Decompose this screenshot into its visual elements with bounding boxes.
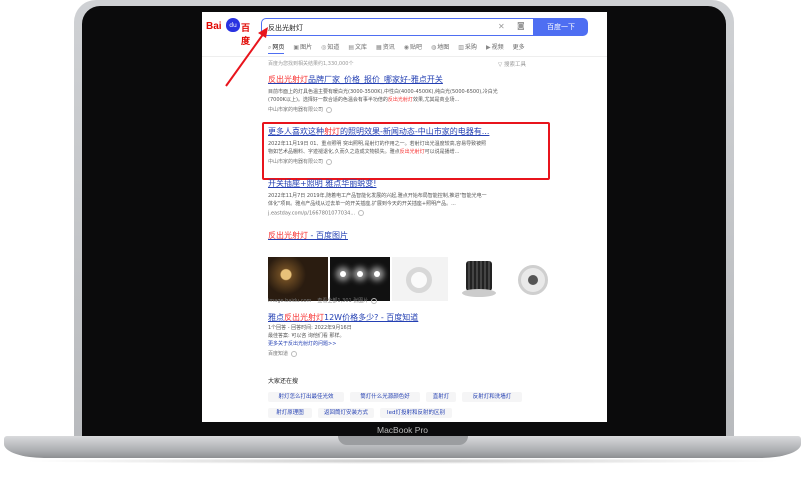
tab-label: 更多 <box>512 44 525 51</box>
tab-label: 资讯 <box>382 44 395 51</box>
source-text: j.eastday.com/p/1667801077034... <box>268 210 356 217</box>
tab-divider <box>202 56 607 57</box>
title-text: 雅点 <box>268 313 284 322</box>
source-text: 中山市家的电器有限公司 <box>268 107 324 113</box>
tab-label: 贴吧 <box>409 44 422 51</box>
result-count: 百度为您找到相关结果约1,330,000个 <box>268 61 354 67</box>
info-icon[interactable] <box>358 210 365 216</box>
search-query: 反出光射灯 <box>268 24 303 32</box>
result-description: 目前市面上的灯具色温主要有暖白光(3000-3500K),中性白(4000-45… <box>268 88 550 104</box>
tab-label: 采购 <box>464 44 477 51</box>
info-icon[interactable] <box>291 350 298 357</box>
search-tabs: ⌕网页 ▣图片 ◎知道 ▤文库 ▦资讯 ◉贴吧 ◍地图 ▥采购 ▶视频 更多 <box>268 42 534 54</box>
video-icon: ▶ <box>485 44 491 51</box>
result-description: 2022年11月7日 2019年,随着电工产品智能化发展的兴起,雅点开始布局智能… <box>268 192 550 208</box>
search-result: 反出光射灯品牌厂家_价格_报价_哪家好-雅点开关 目前市面上的灯具色温主要有暖白… <box>268 74 550 113</box>
close-icon[interactable]: ✕ <box>498 22 505 31</box>
annotation-highlight-box <box>262 122 550 180</box>
search-icon: ⌕ <box>268 44 272 51</box>
desc-line: 1个回答 - 回答时间: 2022年9月16日 <box>268 325 352 331</box>
desc-highlight: 反出光射灯 <box>387 97 413 103</box>
tab-web[interactable]: ⌕网页 <box>268 42 285 54</box>
laptop-notch <box>338 436 468 445</box>
result-title-link[interactable]: 反出光射灯品牌厂家_价格_报价_哪家好-雅点开关 <box>268 74 550 85</box>
image-result-source: image.baidu.com 查看全部1,301 张图片 <box>268 295 550 304</box>
result-source: image.baidu.com 查看全部1,301 张图片 <box>268 297 550 304</box>
related-search-item[interactable]: 射灯原理图 <box>268 408 312 418</box>
logo-bai: Bai <box>206 21 222 32</box>
related-search-item[interactable]: 筒灯什么光源颜色好 <box>350 392 420 402</box>
more-images-link[interactable]: 查看全部1,301 张图片 <box>317 298 368 304</box>
desc-text: 效果,尤其是商业场... <box>412 97 460 103</box>
tab-label: 视频 <box>491 44 504 51</box>
search-input[interactable]: 反出光射灯 ✕ ◙ <box>261 18 534 36</box>
result-source[interactable]: j.eastday.com/p/1667801077034... <box>268 210 550 217</box>
more-questions-link[interactable]: 更多关于反出光射灯的问题>> <box>268 340 550 348</box>
related-search-item[interactable]: led灯投射和反射的区别 <box>380 408 452 418</box>
related-searches-title: 大家还在搜 <box>268 378 299 385</box>
tab-zhidao[interactable]: ◎知道 <box>321 42 339 54</box>
baidu-logo[interactable]: Bai du 百度 <box>206 18 258 47</box>
tab-video[interactable]: ▶视频 <box>486 42 504 54</box>
title-text: 12W价格多少? - 百度知道 <box>324 313 419 322</box>
laptop-shadow <box>20 458 785 464</box>
desc-text: (7000K以上)。选择好一款合适的色温会有事半功倍的 <box>268 97 388 103</box>
info-icon[interactable] <box>326 106 333 113</box>
camera-icon[interactable]: ◙ <box>517 21 525 30</box>
related-search-item[interactable]: 反射灯和洗墙灯 <box>462 392 522 402</box>
tab-purchase[interactable]: ▥采购 <box>458 42 477 54</box>
title-text: - 百度图片 <box>308 231 348 240</box>
device-label: MacBook Pro <box>376 425 429 435</box>
desc-line: 目前市面上的灯具色温主要有暖白光(3000-3500K),中性白(4000-45… <box>268 89 498 95</box>
related-search-item[interactable]: 返回筒灯安装方式 <box>318 408 374 418</box>
question-icon: ◎ <box>321 44 327 51</box>
browser-screen: Bai du 百度 反出光射灯 ✕ ◙ 百度一下 ⌕网页 ▣图片 ◎知道 ▤文库… <box>202 12 607 422</box>
forum-icon: ◉ <box>403 44 409 51</box>
desc-line: 最佳答案: 可以咨 询他们看 那样。 <box>268 333 345 339</box>
image-icon: ▣ <box>293 44 300 51</box>
tab-images[interactable]: ▣图片 <box>293 42 312 54</box>
tab-more[interactable]: 更多 <box>513 42 525 54</box>
tab-wenku[interactable]: ▤文库 <box>348 42 367 54</box>
result-title-link[interactable]: 反出光射灯 - 百度图片 <box>268 230 550 241</box>
search-button[interactable]: 百度一下 <box>534 18 588 36</box>
search-result: 开关插座+照明 雅点华丽蜕变! 2022年11月7日 2019年,随着电工产品智… <box>268 178 550 217</box>
tab-news[interactable]: ▦资讯 <box>376 42 395 54</box>
result-source[interactable]: 中山市家的电器有限公司 <box>268 106 550 113</box>
search-result: 雅点反出光射灯12W价格多少? - 百度知道 1个回答 - 回答时间: 2022… <box>268 312 550 357</box>
news-icon: ▦ <box>376 44 382 51</box>
source-text[interactable]: image.baidu.com <box>268 298 311 304</box>
cart-icon: ▥ <box>458 44 464 51</box>
result-title-link[interactable]: 开关插座+照明 雅点华丽蜕变! <box>268 178 550 189</box>
title-highlight: 反出光射灯 <box>268 231 308 240</box>
tab-label: 网页 <box>272 44 285 51</box>
desc-line: 体化"项目。雅点产品线从过去单一的开关插座,扩展到今天的开关插座+照明产品。..… <box>268 201 456 207</box>
related-search-item[interactable]: 射灯怎么打出最佳光效 <box>268 392 344 402</box>
result-source[interactable]: 百度知道 <box>268 350 550 357</box>
result-title-link[interactable]: 雅点反出光射灯12W价格多少? - 百度知道 <box>268 312 550 323</box>
desc-line: 2022年11月7日 2019年,随着电工产品智能化发展的兴起,雅点开始布局智能… <box>268 193 487 199</box>
related-search-item[interactable]: 直射灯 <box>426 392 456 402</box>
paw-icon: du <box>226 18 240 32</box>
tab-label: 地图 <box>437 44 450 51</box>
title-text: 品牌厂家_价格_报价_哪家好-雅点开关 <box>308 75 443 84</box>
document-icon: ▤ <box>348 44 355 51</box>
result-description: 1个回答 - 回答时间: 2022年9月16日 最佳答案: 可以咨 询他们看 那… <box>268 324 550 348</box>
title-highlight: 反出光射灯 <box>284 313 324 322</box>
tab-label: 文库 <box>355 44 368 51</box>
desc-line: (7000K以上)。选择好一款合适的色温会有事半功倍的反出光射灯效果,尤其是商业… <box>268 96 550 104</box>
logo-du: 百度 <box>241 24 251 47</box>
tab-map[interactable]: ◍地图 <box>431 42 449 54</box>
search-tools-button[interactable]: ▽ 搜索工具 <box>498 60 526 68</box>
map-icon: ◍ <box>430 44 437 51</box>
title-highlight: 反出光射灯 <box>268 75 308 84</box>
tab-label: 图片 <box>300 44 313 51</box>
tab-tieba[interactable]: ◉贴吧 <box>404 42 422 54</box>
tab-label: 知道 <box>327 44 340 51</box>
image-result: 反出光射灯 - 百度图片 <box>268 230 550 241</box>
source-text: 百度知道 <box>268 351 289 357</box>
info-icon[interactable] <box>371 297 378 304</box>
